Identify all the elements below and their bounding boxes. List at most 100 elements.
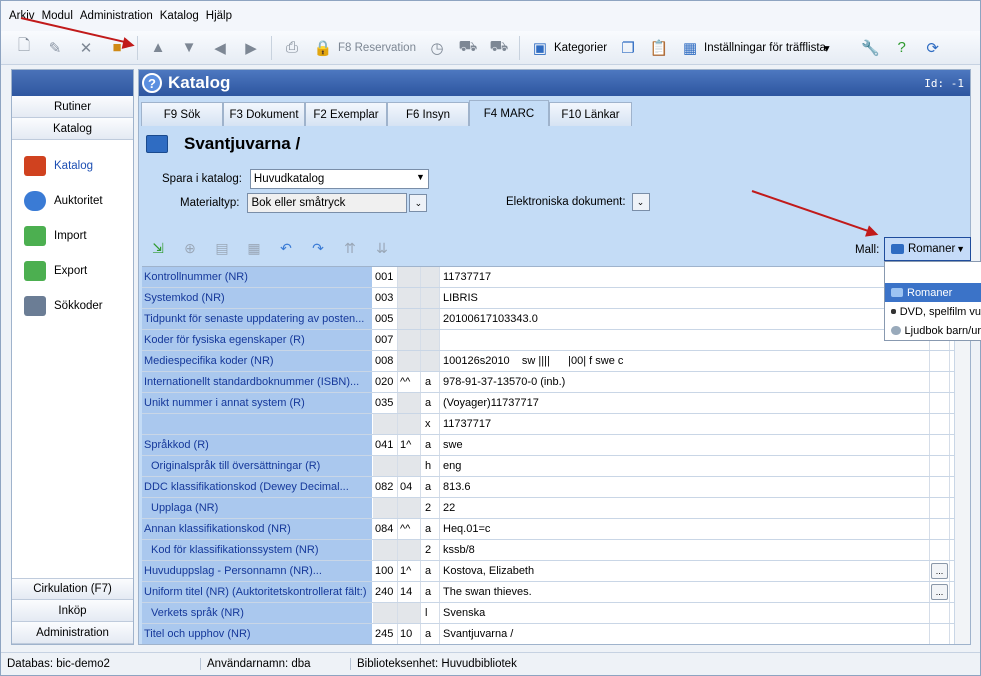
clock-icon[interactable]: ◷ xyxy=(426,37,448,59)
field-indicators[interactable] xyxy=(398,309,421,329)
field-value[interactable]: LIBRIS xyxy=(440,288,930,308)
field-indicators[interactable]: 14 xyxy=(398,582,421,602)
field-value[interactable] xyxy=(440,330,930,350)
table-row[interactable]: Annan klassifikationskod (NR) 084 ^^ a Heq.0… xyxy=(142,519,970,540)
import-record-icon[interactable]: ⇲ xyxy=(147,238,169,258)
field-subfield[interactable] xyxy=(421,351,440,371)
nav-katalog-button[interactable]: Katalog xyxy=(12,118,133,140)
arrow-left-icon[interactable]: ◀ xyxy=(209,37,231,59)
elektroniska-dropdown-button[interactable]: ⌄ xyxy=(631,193,650,211)
field-value[interactable]: swe xyxy=(440,435,930,455)
redo-icon[interactable]: ↷ xyxy=(307,238,329,258)
field-indicators[interactable]: 1^ xyxy=(398,435,421,455)
field-value[interactable]: Svenska xyxy=(440,603,930,623)
table-row[interactable]: DDC klassifikationskod (Dewey Decimal...… xyxy=(142,477,970,498)
installningar-chevron-icon[interactable]: ▾ xyxy=(824,41,830,55)
table-row[interactable]: Upplaga (NR) 2 22 xyxy=(142,498,970,519)
field-value[interactable]: Heq.01=c xyxy=(440,519,930,539)
field-tag[interactable]: 007 xyxy=(373,330,398,350)
authority-lookup-button[interactable]: ... xyxy=(931,563,948,579)
field-indicators[interactable] xyxy=(398,603,421,623)
move-down-icon[interactable]: ⇊ xyxy=(371,238,393,258)
table-row[interactable]: Tidpunkt för senaste uppdatering av post… xyxy=(142,309,970,330)
table-row[interactable]: Verkets språk (NR) l Svenska xyxy=(142,603,970,624)
menu-katalog[interactable]: Katalog xyxy=(160,10,199,22)
field-subfield[interactable]: a xyxy=(421,477,440,497)
table-row[interactable]: Kontrollnummer (NR) 001 11737717 xyxy=(142,267,970,288)
field-indicators[interactable]: 04 xyxy=(398,477,421,497)
reservation-button[interactable]: F8 Reservation xyxy=(338,42,416,54)
field-tag[interactable]: 240 xyxy=(373,582,398,602)
field-tag[interactable]: 005 xyxy=(373,309,398,329)
spara-select[interactable]: Huvudkatalog ▼ xyxy=(249,169,429,189)
categories-icon[interactable]: ▣ xyxy=(529,37,551,59)
tab-lankar[interactable]: F10 Länkar xyxy=(549,102,632,126)
field-value[interactable]: (Voyager)11737717 xyxy=(440,393,930,413)
field-tag[interactable] xyxy=(373,498,398,518)
field-subfield[interactable]: a xyxy=(421,582,440,602)
field-value[interactable]: eng xyxy=(440,456,930,476)
field-subfield[interactable] xyxy=(421,330,440,350)
arrow-right-icon[interactable]: ▶ xyxy=(240,37,262,59)
nav-item-katalog[interactable]: Katalog xyxy=(12,148,133,183)
field-tag[interactable]: 245 xyxy=(373,624,398,644)
add-field-icon[interactable]: ⊕ xyxy=(179,238,201,258)
field-subfield[interactable]: 2 xyxy=(421,498,440,518)
edit-icon[interactable]: ✎ xyxy=(44,37,66,59)
kategorier-button[interactable]: Kategorier xyxy=(554,42,607,54)
field-indicators[interactable] xyxy=(398,330,421,350)
menu-administration[interactable]: Administration xyxy=(80,10,153,22)
field-subfield[interactable]: a xyxy=(421,519,440,539)
field-value[interactable]: kssb/8 xyxy=(440,540,930,560)
field-tag[interactable]: 035 xyxy=(373,393,398,413)
nav-rutiner-button[interactable]: Rutiner xyxy=(12,96,133,118)
field-value[interactable]: Kostova, Elizabeth xyxy=(440,561,930,581)
table-row[interactable]: Uniform titel (NR) (Auktoritetskontrolle… xyxy=(142,582,970,603)
field-subfield[interactable]: a xyxy=(421,435,440,455)
nav-item-auktoritet[interactable]: Auktoritet xyxy=(12,183,133,218)
materialtyp-field[interactable]: Bok eller småtryck xyxy=(247,193,408,213)
field-subfield[interactable]: a xyxy=(421,393,440,413)
field-indicators[interactable] xyxy=(398,498,421,518)
calendar-grid-icon[interactable]: ▦ xyxy=(679,37,701,59)
field-subfield[interactable]: a xyxy=(421,624,440,644)
table-row[interactable]: x 11737717 xyxy=(142,414,970,435)
field-subfield[interactable] xyxy=(421,267,440,287)
field-value[interactable]: 11737717 xyxy=(440,267,930,287)
table-row[interactable]: Kod för klassifikationssystem (NR) 2 kssb/… xyxy=(142,540,970,561)
move-up-icon[interactable]: ⇈ xyxy=(339,238,361,258)
field-tag[interactable]: 041 xyxy=(373,435,398,455)
table-row[interactable]: Språkkod (R) 041 1^ a swe xyxy=(142,435,970,456)
arrow-up-icon[interactable]: ▲ xyxy=(147,37,169,59)
field-indicators[interactable] xyxy=(398,351,421,371)
new-document-icon[interactable]: 🗋 xyxy=(13,37,35,59)
table-row[interactable]: Mediespecifika koder (NR) 008 100126s2010 … xyxy=(142,351,970,372)
field-subfield[interactable]: a xyxy=(421,561,440,581)
mall-dropdown[interactable]: Romaner ▼ xyxy=(884,237,971,261)
tab-exemplar[interactable]: F2 Exemplar xyxy=(305,102,387,126)
field-tag[interactable]: 008 xyxy=(373,351,398,371)
field-tag[interactable] xyxy=(373,540,398,560)
arrow-down-icon[interactable]: ▼ xyxy=(178,37,200,59)
table-row[interactable]: Unikt nummer i annat system (R) 035 a (Voya… xyxy=(142,393,970,414)
authority-lookup-button[interactable]: ... xyxy=(931,584,948,600)
field-tag[interactable]: 100 xyxy=(373,561,398,581)
add-row-icon[interactable]: ▤ xyxy=(211,238,233,258)
field-indicators[interactable] xyxy=(398,414,421,434)
nav-inkop-button[interactable]: Inköp xyxy=(12,600,133,622)
field-value[interactable]: 11737717 xyxy=(440,414,930,434)
table-row[interactable]: Internationellt standardboknummer (ISBN)… xyxy=(142,372,970,393)
field-indicators[interactable] xyxy=(398,267,421,287)
field-subfield[interactable]: 2 xyxy=(421,540,440,560)
field-value[interactable]: 20100617103343.0 xyxy=(440,309,930,329)
menu-hjalp[interactable]: Hjälp xyxy=(206,10,232,22)
field-indicators[interactable]: 10 xyxy=(398,624,421,644)
delete-row-icon[interactable]: ▦ xyxy=(243,238,265,258)
field-indicators[interactable] xyxy=(398,393,421,413)
nav-item-import[interactable]: Import xyxy=(12,218,133,253)
refresh-icon[interactable]: ⟳ xyxy=(922,37,944,59)
field-indicators[interactable] xyxy=(398,540,421,560)
materialtyp-dropdown-button[interactable]: ⌄ xyxy=(409,194,428,212)
field-indicators[interactable]: ^^ xyxy=(398,372,421,392)
question-icon[interactable]: ? xyxy=(142,73,162,93)
